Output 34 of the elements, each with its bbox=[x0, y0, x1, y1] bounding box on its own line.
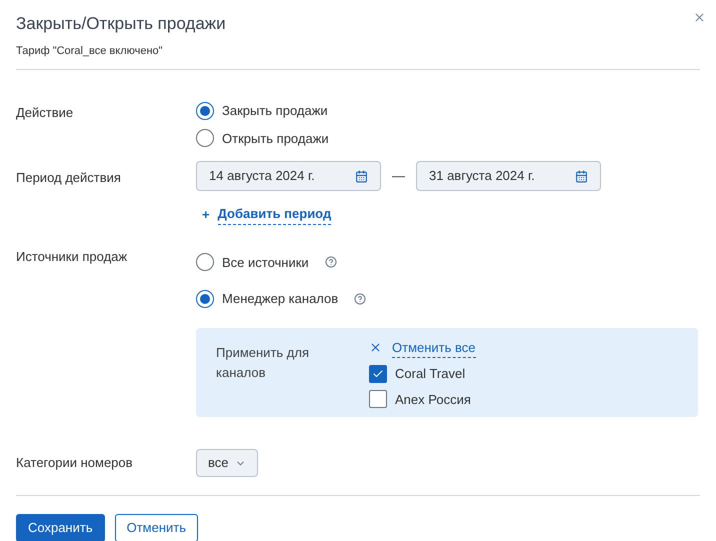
clear-icon bbox=[369, 341, 382, 354]
field-label: Категории номеров bbox=[16, 454, 134, 472]
checkbox-label: Coral Travel bbox=[395, 365, 466, 383]
field-label: Источники продаж bbox=[16, 248, 128, 266]
date-field[interactable]: 14 августа 2024 г. bbox=[196, 161, 381, 191]
save-button[interactable]: Сохранить bbox=[16, 514, 105, 541]
calendar-icon[interactable] bbox=[575, 170, 588, 182]
dialog-subtitle: Тариф "Coral_все включено" bbox=[16, 44, 164, 58]
radio-label: Открыть продажи bbox=[222, 130, 329, 148]
range-separator: — bbox=[392, 167, 405, 186]
checkbox[interactable] bbox=[369, 390, 387, 408]
radio-label: Менеджер каналов bbox=[222, 290, 338, 308]
calendar-icon[interactable] bbox=[355, 170, 368, 182]
add-period-link[interactable]: + Добавить период bbox=[202, 204, 332, 224]
help-icon[interactable] bbox=[354, 292, 366, 305]
date-field[interactable]: 31 августа 2024 г. bbox=[416, 161, 601, 191]
check-icon bbox=[372, 368, 384, 380]
radio-label: Закрыть продажи bbox=[222, 102, 328, 120]
help-icon[interactable] bbox=[324, 256, 337, 268]
cancel-all-link[interactable]: Отменить все bbox=[369, 338, 476, 358]
close-icon[interactable] bbox=[693, 11, 706, 24]
checkbox-label: Anex Россия bbox=[395, 390, 471, 408]
radio-button[interactable] bbox=[196, 129, 214, 148]
dialog-title: Закрыть/Открыть продажи bbox=[16, 13, 226, 35]
radio-label: Все источники bbox=[222, 254, 309, 272]
field-label: Действие bbox=[16, 104, 74, 122]
radio-button[interactable] bbox=[196, 102, 214, 120]
panel-label: Применить для каналов bbox=[216, 344, 310, 382]
checkbox[interactable] bbox=[369, 364, 387, 383]
radio-button[interactable] bbox=[196, 290, 214, 308]
field-label: Период действия bbox=[16, 169, 122, 187]
category-select[interactable]: все bbox=[196, 449, 258, 477]
radio-button[interactable] bbox=[196, 253, 214, 272]
cancel-button[interactable]: Отменить bbox=[114, 514, 198, 541]
